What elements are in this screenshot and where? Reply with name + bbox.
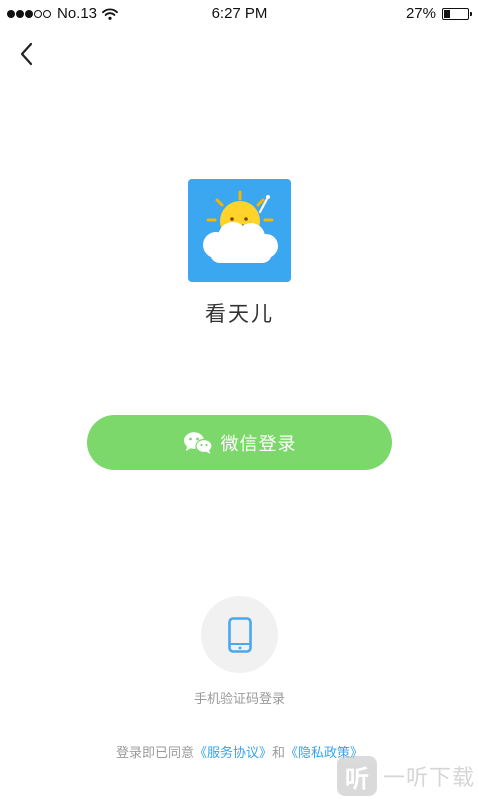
chevron-left-icon [20,42,33,66]
wechat-login-label: 微信登录 [220,433,297,455]
battery-percentage: 27% [405,5,436,22]
watermark-logo-icon: 听 [336,756,377,796]
sun-on-cloud-logo [188,179,291,282]
status-right: 27% [405,5,472,22]
phone-login-label: 手机验证码登录 [193,692,285,707]
app-name: 看天儿 [205,302,274,326]
agreement-prefix: 登录即已同意 [115,746,194,761]
phone-login-button[interactable] [201,596,278,673]
app-logo [188,179,291,282]
wechat-icon [183,431,213,454]
smartphone-icon [227,616,252,653]
service-agreement-link[interactable]: 《服务协议》 [194,746,272,761]
battery-icon [442,7,472,20]
agreement-conjunction: 和 [272,746,286,761]
watermark-glyph: 听 [344,764,369,793]
watermark: 听 一听下载 [336,756,475,796]
battery-cap [470,11,472,16]
watermark-text: 一听下载 [382,766,475,791]
wechat-login-button[interactable]: 微信登录 [87,415,392,470]
battery-level [444,9,450,18]
status-bar: No.13 6:27 PM 27% [0,0,479,28]
back-button[interactable] [12,38,42,70]
